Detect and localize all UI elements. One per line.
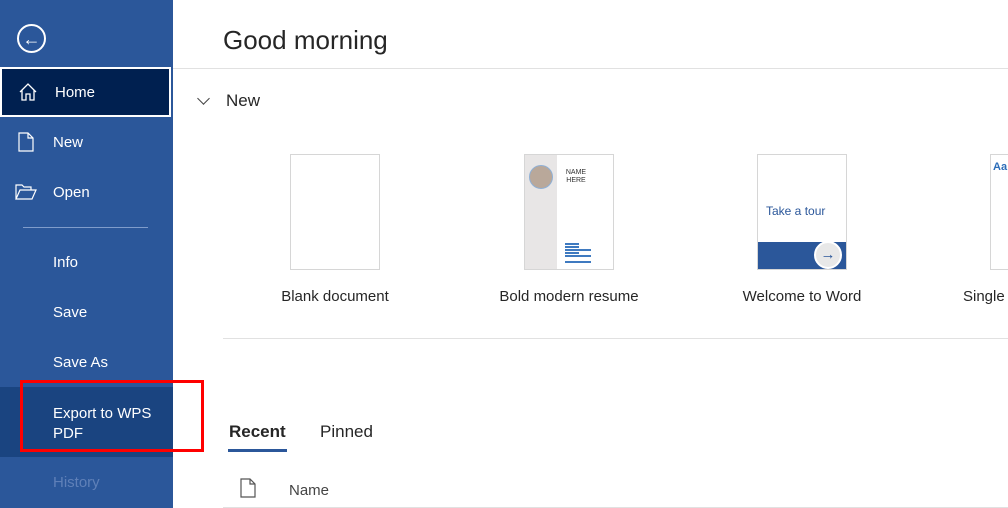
highlight-box (20, 380, 204, 452)
template-bold-modern-resume[interactable]: NAME HERE Bold modern resume (469, 154, 669, 305)
template-blank-document[interactable]: Blank document (235, 154, 435, 305)
recent-column-header: Name (240, 478, 329, 502)
template-single[interactable]: Aa Single (963, 154, 1008, 305)
section-divider (223, 338, 1008, 339)
new-section-toggle[interactable]: New (196, 91, 260, 111)
page-title: Good morning (223, 25, 388, 55)
tab-pinned[interactable]: Pinned (320, 422, 373, 442)
column-name[interactable]: Name (289, 482, 329, 499)
header-divider (173, 68, 1008, 69)
sidebar-item-info[interactable]: Info (0, 237, 173, 287)
new-document-icon (0, 132, 53, 152)
sidebar-divider (23, 227, 148, 228)
sidebar-item-open[interactable]: Open (0, 167, 173, 217)
back-arrow-icon[interactable]: ← (17, 24, 46, 53)
sidebar-item-new[interactable]: New (0, 117, 173, 167)
sidebar-item-save[interactable]: Save (0, 287, 173, 337)
file-icon (240, 478, 256, 502)
sidebar-item-history[interactable]: History (0, 457, 173, 507)
home-icon (2, 82, 55, 102)
tab-underline (228, 449, 287, 452)
sidebar-item-home[interactable]: Home (0, 67, 171, 117)
arrow-right-icon: → (814, 241, 842, 269)
template-thumbnail: NAME HERE (524, 154, 614, 270)
template-welcome-to-word[interactable]: Take a tour → Welcome to Word (702, 154, 902, 305)
folder-open-icon (0, 183, 53, 201)
template-thumbnail (290, 154, 380, 270)
template-thumbnail: Aa (990, 154, 1008, 270)
tab-recent[interactable]: Recent (229, 422, 286, 442)
template-thumbnail: Take a tour → (757, 154, 847, 270)
chevron-down-icon (197, 92, 210, 105)
